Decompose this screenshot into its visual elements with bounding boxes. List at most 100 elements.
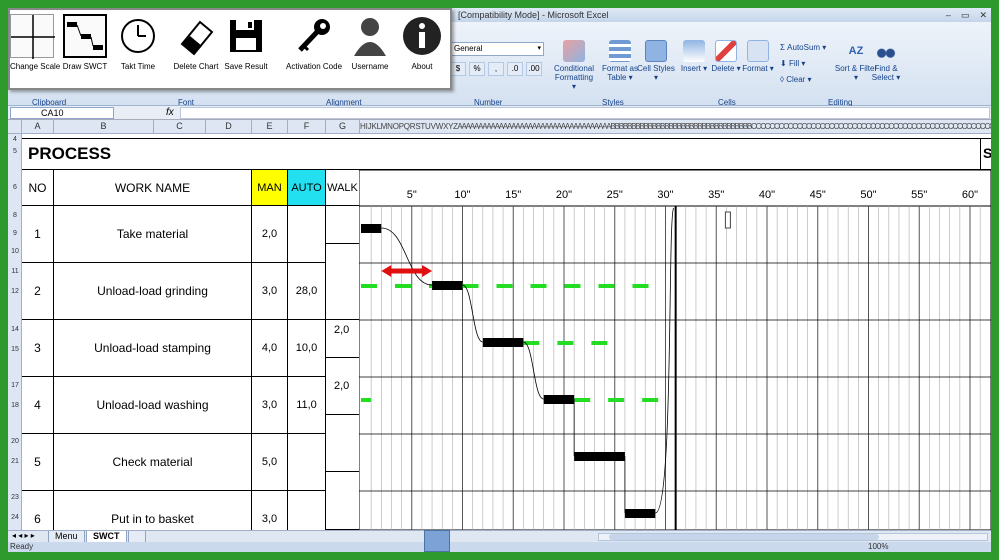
format-table-icon [609,40,631,62]
row-2-man[interactable]: 3,0 [252,263,288,320]
row-3-no[interactable]: 3 [22,320,54,377]
row-header[interactable]: 9 [8,230,22,237]
status-ready: Ready [10,542,34,551]
column-header-f[interactable]: F [288,120,326,134]
narrow-column-headers[interactable]: H I J K L M N O P Q R S T U V W X Y Z AA… [360,120,991,134]
takt-time-button[interactable]: Takt Time [116,14,160,88]
number-format-dropdown[interactable]: General ▾ [450,42,544,56]
percent-button[interactable]: % [469,62,485,76]
delete-chart-button[interactable]: Delete Chart [168,14,224,88]
cell-styles-icon [645,40,667,62]
row-header[interactable]: 15 [8,346,22,353]
about-label: About [411,62,433,71]
row-4-auto[interactable]: 11,0 [288,377,326,434]
about-button[interactable]: About [400,14,444,88]
column-header-b[interactable]: B [54,120,154,134]
comma-button[interactable]: , [488,62,504,76]
walk-cell[interactable] [326,206,360,244]
close-button[interactable]: ✕ [979,8,987,22]
row-header[interactable]: 23 [8,494,22,501]
taskbar-window-icon[interactable] [424,530,450,552]
user-icon [348,14,392,58]
activation-code-button[interactable]: Activation Code [286,14,342,88]
row-3-auto[interactable]: 10,0 [288,320,326,377]
row-header[interactable]: 18 [8,402,22,409]
sheet-tabs-bar: ◂ ◂ ▸ ▸ Menu SWCT [8,530,991,543]
row-3-man[interactable]: 4,0 [252,320,288,377]
minimize-button[interactable]: ‒ [946,8,951,22]
row-4-no[interactable]: 4 [22,377,54,434]
row-header[interactable]: 24 [8,514,22,521]
username-button[interactable]: Username [348,14,392,88]
row-header[interactable]: 4 [8,136,22,143]
row-5-name[interactable]: Check material [54,434,252,491]
column-header-g[interactable]: G [326,120,360,134]
currency-button[interactable]: $ [450,62,466,76]
row-1-no[interactable]: 1 [22,206,54,263]
scrollbar-thumb[interactable] [609,534,879,540]
row-header[interactable]: 5 [8,148,22,155]
fx-icon[interactable]: fx [166,106,174,120]
find-select-button[interactable]: Find & Select ▾ [864,40,908,82]
row-1-auto[interactable] [288,206,326,263]
restore-button[interactable]: ▭ [961,8,970,22]
manual-time-bar [624,509,656,518]
name-box[interactable]: CA10 [10,107,114,119]
row-2-no[interactable]: 2 [22,263,54,320]
row-5-man[interactable]: 5,0 [252,434,288,491]
row-1-man[interactable]: 2,0 [252,206,288,263]
row-4-name[interactable]: Unload-load washing [54,377,252,434]
horizontal-scrollbar[interactable] [598,533,988,541]
row-header[interactable]: 12 [8,288,22,295]
autosum-button[interactable]: Σ AutoSum ▾ [780,40,826,56]
find-select-label: Find & Select ▾ [871,64,901,82]
conditional-formatting-button[interactable]: Conditional Formatting ▾ [552,40,596,91]
fill-button[interactable]: ⬇ Fill ▾ [780,56,826,72]
status-bar: Ready 100% [8,542,991,552]
row-2-name[interactable]: Unload-load grinding [54,263,252,320]
change-scale-button[interactable]: Change Scale [10,14,60,88]
row-3-name[interactable]: Unload-load stamping [54,320,252,377]
walk-cell[interactable] [326,415,360,472]
walk-cell[interactable] [326,472,360,530]
clear-button[interactable]: ◊ Clear ▾ [780,72,826,88]
takt-time-label: Takt Time [120,62,156,71]
column-header-a[interactable]: A [22,120,54,134]
column-header-d[interactable]: D [206,120,252,134]
row-2-auto[interactable]: 28,0 [288,263,326,320]
grid-cross-icon [10,14,55,59]
time-tick-label: 40" [759,189,775,201]
tab-navigation-arrows[interactable]: ◂ ◂ ▸ ▸ [12,531,35,540]
manual-time-bar [574,452,625,461]
formula-input[interactable] [180,107,990,119]
zoom-level[interactable]: 100% [868,542,888,551]
draw-swct-button[interactable]: Draw SWCT [60,14,110,88]
increase-decimal-button[interactable]: .0 [507,62,523,76]
row-header[interactable]: 10 [8,248,22,255]
save-result-button[interactable]: Save Result [220,14,272,88]
row-header[interactable]: 17 [8,382,22,389]
row-header[interactable]: 14 [8,326,22,333]
column-header-e[interactable]: E [252,120,288,134]
row-header[interactable]: 21 [8,458,22,465]
delete-chart-label: Delete Chart [173,62,219,71]
decrease-decimal-button[interactable]: .00 [526,62,542,76]
column-header-c[interactable]: C [154,120,206,134]
row-1-name[interactable]: Take material [54,206,252,263]
format-button[interactable]: Format ▾ [736,40,780,73]
conditional-formatting-icon [563,40,585,62]
row-header[interactable]: 20 [8,438,22,445]
row-5-auto[interactable] [288,434,326,491]
number-format-value: General [454,44,483,53]
key-icon [292,14,336,58]
row-header[interactable]: 8 [8,212,22,219]
row-header[interactable]: 11 [8,268,22,275]
row-5-no[interactable]: 5 [22,434,54,491]
number-format-buttons: $ % , .0 .00 [450,62,542,76]
select-all-corner[interactable] [8,120,22,134]
row-header[interactable]: 6 [8,184,22,191]
header-auto: AUTO [288,170,326,206]
walk-cell[interactable] [326,244,360,320]
time-tick-label: 60" [962,189,978,201]
row-4-man[interactable]: 3,0 [252,377,288,434]
